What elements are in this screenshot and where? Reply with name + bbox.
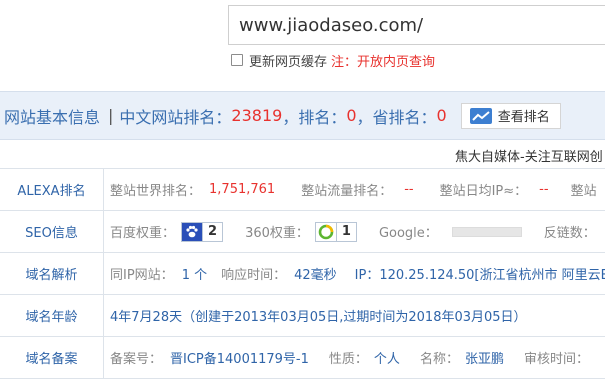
row-label-dns[interactable]: 域名解析 — [0, 253, 104, 294]
response-time-key: 响应时间： — [221, 268, 287, 283]
google-key: Google： — [378, 226, 438, 241]
daily-ip-key: 整站日均IP≈： — [439, 184, 528, 199]
google-pr-bar — [451, 226, 522, 237]
row-label-alexa[interactable]: ALEXA排名 — [0, 169, 104, 210]
icp-nature-key: 性质： — [328, 352, 368, 367]
cn-rank-value[interactable]: 23819 — [231, 106, 282, 125]
update-cache-label[interactable]: 更新网页缓存 — [249, 51, 327, 70]
section-title: 网站基本信息 — [4, 107, 101, 127]
view-rank-label: 查看排名 — [497, 110, 550, 125]
row-label-age[interactable]: 域名年龄 — [0, 295, 104, 336]
row-label-seo[interactable]: SEO信息 — [0, 211, 104, 252]
province-rank-label: ，省排名： — [356, 107, 437, 127]
360-weight-badge[interactable]: 1 — [314, 221, 357, 242]
360-weight-value: 1 — [335, 222, 356, 241]
table-row-icp: 域名备案 备案号： 晋ICP备14001179号-1 性质： 个人 名称： 张亚… — [0, 337, 605, 379]
more-key: 整站 — [570, 184, 597, 199]
site-title-marquee: 焦大自媒体-关注互联网创 — [455, 150, 603, 165]
table-row-dns: 域名解析 同IP网站： 1 个 响应时间： 42毫秒 IP：120.25.124… — [0, 253, 605, 295]
inner-page-note: 注：开放内页查询 — [331, 54, 436, 70]
baidu-paw-icon — [182, 222, 203, 241]
domain-age-value[interactable]: 4年7月28天（创建于2013年03月05日,过期时间为2018年03月05日） — [110, 306, 527, 325]
cache-option: 更新网页缓存 注：开放内页查询 — [231, 51, 436, 70]
icp-nature-value: 个人 — [373, 352, 400, 367]
view-rank-button[interactable]: 查看排名 — [460, 102, 561, 129]
url-input[interactable]: www.jiaodaseo.com/ — [228, 5, 605, 45]
icp-number-key: 备案号： — [110, 352, 163, 367]
world-rank-key: 整站世界排名： — [110, 184, 202, 199]
cn-rank-label: 中文网站排名： — [119, 107, 232, 127]
table-row-seo: SEO信息 百度权重： 2 360权重： 1 Google： 反链数： — [0, 211, 605, 253]
traffic-rank-value: -- — [404, 182, 414, 197]
rank-value: 0 — [346, 106, 357, 125]
same-ip-key: 同IP网站： — [110, 268, 174, 283]
header-separator: | — [108, 106, 114, 125]
rank-label: ，排名： — [282, 107, 347, 127]
icp-time-key: 审核时间： — [523, 352, 589, 367]
360-logo-icon — [316, 223, 336, 241]
icp-name-value: 张亚鹏 — [464, 352, 504, 367]
baidu-weight-badge[interactable]: 2 — [181, 221, 224, 242]
table-row-alexa: ALEXA排名 整站世界排名： 1,751,761 整站流量排名： -- 整站日… — [0, 169, 605, 211]
baidu-weight-value: 2 — [202, 222, 222, 241]
daily-ip-value: -- — [539, 182, 549, 197]
province-rank-value: 0 — [436, 106, 447, 125]
icp-number-value[interactable]: 晋ICP备14001179号-1 — [170, 348, 309, 367]
ip-info[interactable]: IP：120.25.124.50[浙江省杭州市 阿里云B — [355, 264, 605, 283]
trend-chart-icon — [469, 107, 492, 124]
update-cache-checkbox[interactable] — [231, 54, 243, 66]
same-ip-value[interactable]: 1 个 — [182, 264, 207, 283]
table-row-age: 域名年龄 4年7月28天（创建于2013年03月05日,过期时间为2018年03… — [0, 295, 605, 337]
traffic-rank-key: 整站流量排名： — [301, 184, 393, 199]
info-table: ALEXA排名 整站世界排名： 1,751,761 整站流量排名： -- 整站日… — [0, 168, 605, 379]
baidu-weight-key: 百度权重： — [110, 226, 176, 241]
world-rank-value: 1,751,761 — [209, 182, 276, 197]
section-header: 网站基本信息 | 中文网站排名： 23819 ，排名： 0 ，省排名： 0 查看… — [0, 91, 605, 140]
icp-name-key: 名称： — [419, 352, 459, 367]
backlinks-key: 反链数： — [543, 226, 596, 241]
360-weight-key: 360权重： — [245, 226, 309, 241]
response-time-value: 42毫秒 — [294, 268, 337, 283]
row-label-icp[interactable]: 域名备案 — [0, 337, 104, 378]
